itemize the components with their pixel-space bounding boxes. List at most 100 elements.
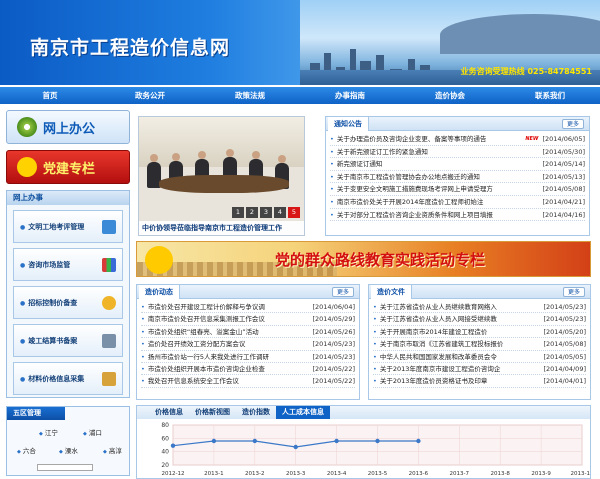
- service-label: 材料价格信息采集: [20, 374, 84, 384]
- dynamics-item-title[interactable]: 市造价处召开建设工程计价解释与争议调: [141, 301, 310, 312]
- dynamics-item-title[interactable]: 扬州市造价站一行5人来我处进行工作调研: [141, 351, 310, 362]
- documents-item[interactable]: 关于2013年度南京市建设工程造价咨询企[2014/04/09]: [373, 363, 586, 376]
- documents-item[interactable]: 关于2013年度造价员资格证书及印章[2014/04/01]: [373, 375, 586, 388]
- site-title: 南京市工程造价信息网: [30, 37, 231, 59]
- slider-dot-3[interactable]: 3: [260, 207, 272, 218]
- dynamics-item[interactable]: 扬州市造价站一行5人来我处进行工作调研[2014/05/23]: [141, 351, 355, 363]
- notice-panel: 通知公告 更多 关于办理造价员及咨询企业变更、备案等事项的通告NEW[2014/…: [325, 116, 590, 236]
- dynamics-item-title[interactable]: 造价处召开绩效工资分配方案会议: [141, 338, 310, 349]
- documents-item-title[interactable]: 关于开展南京市2014年建设工程造价: [373, 326, 541, 337]
- dynamics-item-date: [2014/05/22]: [312, 364, 355, 373]
- notice-item-title[interactable]: 南京市造价处关于开展2014年度造价工程师初始注: [330, 196, 540, 208]
- chart-data-point: [170, 443, 176, 448]
- service-consulting-market[interactable]: 咨询市场监管: [13, 248, 123, 281]
- dynamics-item[interactable]: 南京市造价处召开信息采集测报工作会议[2014/05/29]: [141, 313, 355, 326]
- dynamics-item-date: [2014/06/04]: [312, 303, 355, 311]
- notice-item-title[interactable]: 新完颁证订通知: [330, 158, 540, 170]
- tab-cost-index[interactable]: 造价指数: [236, 406, 276, 419]
- documents-list: 关于江苏省造价从业人员继续教育网络入[2014/05/23]关于江苏省造价从业人…: [369, 299, 590, 388]
- party-emblem-icon: [145, 246, 173, 274]
- notice-item-title[interactable]: 关于新完颁证订工作的紧急通知: [330, 146, 540, 158]
- nav-home[interactable]: 首页: [0, 87, 100, 104]
- online-office-label: 网上办公: [43, 121, 96, 137]
- dynamics-item-title[interactable]: 市造价处组织开展本市造价咨询企业检查: [141, 363, 310, 374]
- chart-data-point: [375, 438, 380, 444]
- dynamics-item[interactable]: 我处召开信息系统安全工作会议[2014/05/22]: [141, 375, 355, 388]
- tab-price-info[interactable]: 价格信息: [149, 406, 189, 419]
- hotline-text: 业务咨询受理热线 025-84784551: [460, 67, 592, 76]
- notice-item[interactable]: 关于南京市工程造价管理协会办公地点搬迁的通知[2014/05/13]: [330, 171, 585, 184]
- service-civilized-site[interactable]: 文明工地考评管理: [13, 210, 123, 243]
- documents-item[interactable]: 关于南京市取消《江苏省建筑工程投标报价[2014/05/08]: [373, 338, 586, 351]
- nav-government-affairs[interactable]: 政务公开: [100, 87, 200, 104]
- photo-caption[interactable]: 中价协领导莅临指导南京市工程造价管理工作: [142, 223, 282, 233]
- chart-y-tick-label: 80: [161, 422, 169, 429]
- district-search-field[interactable]: [37, 464, 93, 471]
- notice-item[interactable]: 关于变更安全文明施工措施费现场考评网上申请受理方[2014/05/08]: [330, 183, 585, 196]
- chart-x-tick-label: 2013-6: [409, 471, 429, 477]
- chart-x-tick-label: 2013-3: [286, 471, 306, 477]
- service-tender-control[interactable]: 招标控制价备查: [13, 286, 123, 319]
- chart-y-tick-label: 40: [161, 449, 169, 456]
- nav-contact-us[interactable]: 联系我们: [500, 87, 600, 104]
- documents-item[interactable]: 关于江苏省造价从业人员入网接受继续教[2014/05/23]: [373, 313, 586, 326]
- documents-more-button[interactable]: 更多: [562, 287, 585, 297]
- slider-dot-5[interactable]: 5: [288, 207, 300, 218]
- dynamics-item[interactable]: 造价处召开绩效工资分配方案会议[2014/05/23]: [141, 338, 355, 351]
- documents-item-title[interactable]: 关于南京市取消《江苏省建筑工程投标报价: [373, 338, 541, 349]
- dynamics-item-title[interactable]: 我处召开信息系统安全工作会议: [141, 375, 310, 386]
- dynamics-item-title[interactable]: 南京市造价处召开信息采集测报工作会议: [141, 313, 310, 324]
- notice-header: 通知公告 更多: [326, 117, 589, 131]
- party-line-banner[interactable]: 党的群众路线教育实践活动专栏: [136, 241, 591, 277]
- nav-service-guide[interactable]: 办事指南: [300, 87, 400, 104]
- documents-item-title[interactable]: 关于江苏省造价从业人员入网接受继续教: [373, 313, 541, 324]
- documents-item-title[interactable]: 关于江苏省造价从业人员继续教育网络入: [373, 301, 541, 312]
- notice-item[interactable]: 关于对部分工程造价咨询企业资质条件和网上项目填报[2014/04/16]: [330, 209, 585, 222]
- slider-dot-4[interactable]: 4: [274, 207, 286, 218]
- notice-item-title[interactable]: 关于变更安全文明施工措施费现场考评网上申请受理方: [330, 183, 540, 195]
- notice-item[interactable]: 南京市造价处关于开展2014年度造价工程师初始注[2014/04/21]: [330, 196, 585, 209]
- dynamics-item[interactable]: 市造价处组织开展本市造价咨询企业检查[2014/05/22]: [141, 363, 355, 376]
- chart-y-tick-label: 20: [161, 462, 169, 469]
- documents-item[interactable]: 关于江苏省造价从业人员继续教育网络入[2014/05/23]: [373, 301, 586, 314]
- chart-data-point: [416, 438, 421, 444]
- district-jiangning[interactable]: 江宁: [39, 427, 58, 437]
- nav-policies[interactable]: 政策法规: [200, 87, 300, 104]
- dynamics-item[interactable]: 市造价处召开建设工程计价解释与争议调[2014/06/04]: [141, 301, 355, 314]
- notice-item-title[interactable]: 关于办理造价员及咨询企业变更、备案等事项的通告: [330, 133, 525, 145]
- chart-y-tick-label: 60: [161, 435, 169, 442]
- dynamics-more-button[interactable]: 更多: [331, 287, 354, 297]
- district-management-box: 五区管理 江宁 浦口 六合 溧水 高淳: [6, 406, 130, 476]
- district-lishui[interactable]: 溧水: [59, 445, 78, 455]
- notice-item-title[interactable]: 关于对部分工程造价咨询企业资质条件和网上项目填报: [330, 209, 540, 221]
- party-column-button[interactable]: 党建专栏: [6, 150, 130, 184]
- chart-x-tick-label: 2013-2: [245, 471, 264, 477]
- notice-item-title[interactable]: 关于南京市工程造价管理协会办公地点搬迁的通知: [330, 171, 540, 183]
- slider-dot-1[interactable]: 1: [232, 207, 244, 218]
- online-services-box: 网上办事 文明工地考评管理 咨询市场监管 招标控制价备查 竣工结算书备案 材料价…: [6, 190, 130, 398]
- district-pukou[interactable]: 浦口: [83, 427, 102, 437]
- chart-x-tick-label: 2013-8: [490, 471, 510, 477]
- slider-dot-2[interactable]: 2: [246, 207, 258, 218]
- district-liuhe[interactable]: 六合: [17, 445, 36, 455]
- notice-item[interactable]: 关于办理造价员及咨询企业变更、备案等事项的通告NEW[2014/06/05]: [330, 133, 585, 146]
- documents-item-title[interactable]: 关于2013年度南京市建设工程造价咨询企: [373, 363, 541, 374]
- tab-price-new-view[interactable]: 价格新视图: [189, 406, 236, 419]
- documents-item[interactable]: 中华人民共和国国家发展和改革委员会令[2014/05/05]: [373, 351, 586, 363]
- notice-item[interactable]: 新完颁证订通知[2014/05/14]: [330, 158, 585, 171]
- service-material-price[interactable]: 材料价格信息采集: [13, 362, 123, 395]
- notice-more-button[interactable]: 更多: [561, 119, 584, 129]
- online-office-button[interactable]: 网上办公: [6, 110, 130, 144]
- service-settlement-filing[interactable]: 竣工结算书备案: [13, 324, 123, 357]
- tab-labor-cost[interactable]: 人工成本信息: [276, 406, 330, 419]
- dynamics-item-title[interactable]: 市造价处组织“组春亮、溢案金山”活动: [141, 326, 310, 337]
- notice-item[interactable]: 关于新完颁证订工作的紧急通知[2014/05/30]: [330, 146, 585, 159]
- news-photo-slider[interactable]: 1 2 3 4 5 中价协领导莅临指导南京市工程造价管理工作: [138, 116, 305, 236]
- documents-item-date: [2014/05/08]: [543, 340, 586, 349]
- documents-item[interactable]: 关于开展南京市2014年建设工程造价[2014/05/20]: [373, 326, 586, 339]
- dynamics-item[interactable]: 市造价处组织“组春亮、溢案金山”活动[2014/05/26]: [141, 326, 355, 339]
- documents-item-title[interactable]: 中华人民共和国国家发展和改革委员会令: [373, 351, 541, 362]
- district-gaochun[interactable]: 高淳: [103, 445, 122, 455]
- nav-cost-association[interactable]: 造价协会: [400, 87, 500, 104]
- documents-item-title[interactable]: 关于2013年度造价员资格证书及印章: [373, 375, 541, 386]
